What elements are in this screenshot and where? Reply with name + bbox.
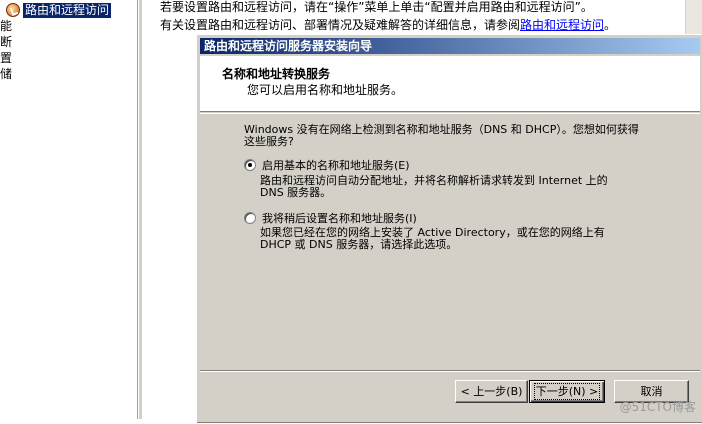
tree-fragment: 断 <box>0 35 13 49</box>
wizard-header: 名称和地址转换服务 您可以启用名称和地址服务。 <box>200 56 700 112</box>
routing-server-icon <box>6 3 20 17</box>
option-enable-basic-label[interactable]: 启用基本的名称和地址服务(E) <box>262 157 410 173</box>
question-text-line1: Windows 没有在网络上检测到名称和地址服务（DNS 和 DHCP）。您想如… <box>244 123 639 136</box>
header-divider <box>200 113 700 114</box>
option-configure-later-label[interactable]: 我将稍后设置名称和地址服务(I) <box>262 210 417 226</box>
tree-fragment: 能 <box>0 19 13 33</box>
tree-fragment: 置 <box>0 51 13 65</box>
question-text-line2: 这些服务? <box>244 135 294 148</box>
routing-help-link[interactable]: 路由和远程访问 <box>520 18 604 32</box>
option-configure-later[interactable]: 我将稍后设置名称和地址服务(I) <box>244 210 417 226</box>
help-text: 有关设置路由和远程访问、部署情况及疑难解答的详细信息，请参阅路由和远程访问。 <box>160 18 617 32</box>
wizard-page-title: 名称和地址转换服务 <box>222 67 331 81</box>
tree-fragment: 储 <box>0 67 13 81</box>
tree-node-routing-remote-access[interactable]: 路由和远程访问 <box>6 2 112 18</box>
radio-enable-basic[interactable] <box>244 159 256 171</box>
next-button[interactable]: 下一步(N) > <box>529 380 605 403</box>
option-enable-basic-services[interactable]: 启用基本的名称和地址服务(E) <box>244 157 410 173</box>
site-watermark: @51CTO博客 <box>619 400 696 414</box>
back-button[interactable]: < 上一步(B) <box>455 380 528 403</box>
footer-divider <box>200 370 700 372</box>
console-tree: 路由和远程访问 能 断 置 储 <box>0 0 138 419</box>
option-configure-later-desc-line2: DHCP 或 DNS 服务器，请选择此选项。 <box>260 238 458 251</box>
setup-wizard-dialog: 路由和远程访问服务器安装向导 名称和地址转换服务 您可以启用名称和地址服务。 W… <box>196 34 702 424</box>
dialog-title[interactable]: 路由和远程访问服务器安装向导 <box>200 38 700 54</box>
radio-configure-later[interactable] <box>244 212 256 224</box>
tree-node-label: 路由和远程访问 <box>23 2 112 18</box>
wizard-page-subtitle: 您可以启用名称和地址服务。 <box>247 83 404 97</box>
option-enable-basic-desc-line2: DNS 服务器。 <box>260 186 332 199</box>
intro-text: 若要设置路由和远程访问，请在“操作”菜单上单击“配置并启用路由和远程访问”。 <box>160 0 593 14</box>
